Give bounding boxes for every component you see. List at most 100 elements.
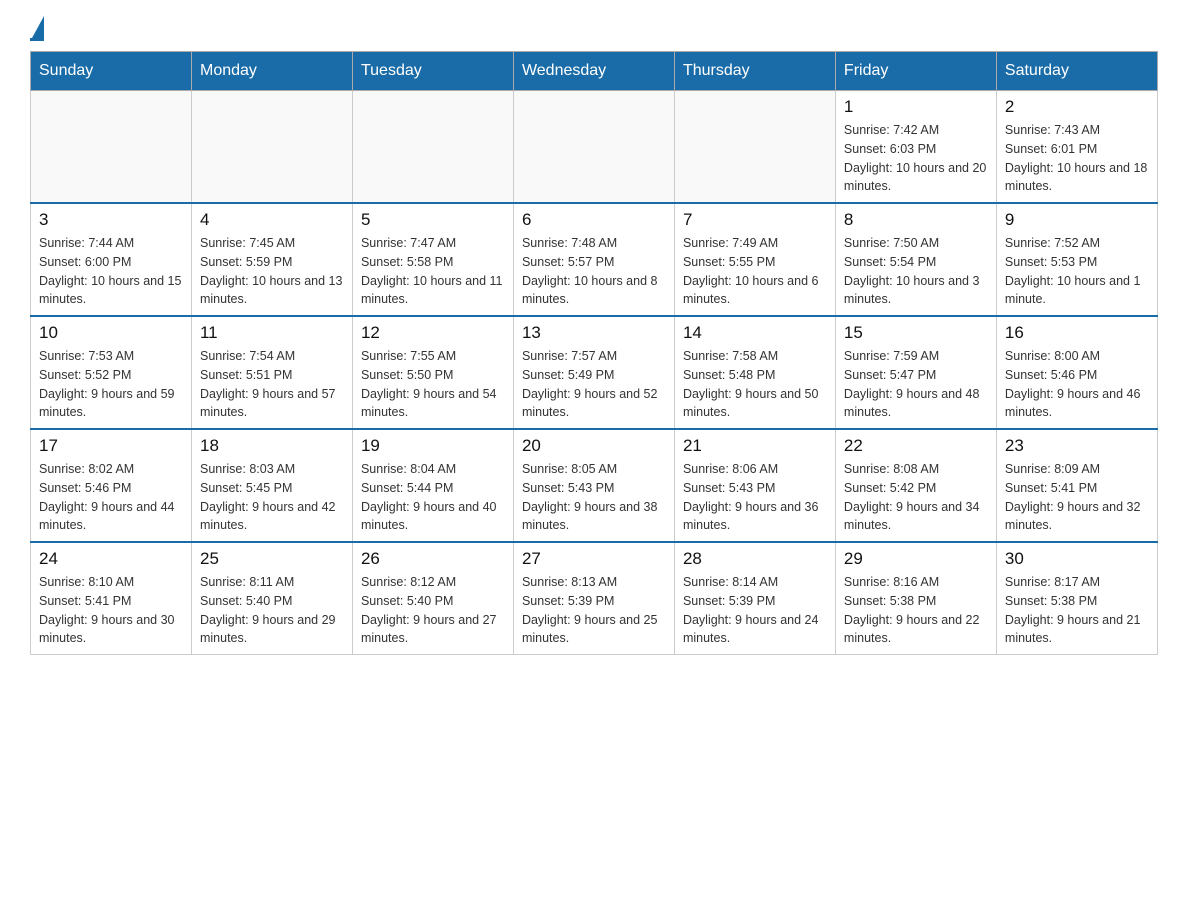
day-number: 29 (844, 549, 988, 569)
day-info: Sunrise: 7:58 AMSunset: 5:48 PMDaylight:… (683, 347, 827, 422)
calendar-cell (513, 91, 674, 204)
day-info: Sunrise: 7:52 AMSunset: 5:53 PMDaylight:… (1005, 234, 1149, 309)
page-header (30, 20, 1158, 41)
calendar-header-sunday: Sunday (31, 52, 192, 91)
calendar-table: SundayMondayTuesdayWednesdayThursdayFrid… (30, 51, 1158, 655)
calendar-cell: 22 Sunrise: 8:08 AMSunset: 5:42 PMDayligh… (835, 429, 996, 542)
day-number: 23 (1005, 436, 1149, 456)
day-number: 24 (39, 549, 183, 569)
day-number: 16 (1005, 323, 1149, 343)
day-info: Sunrise: 8:09 AMSunset: 5:41 PMDaylight:… (1005, 460, 1149, 535)
calendar-cell: 19Sunrise: 8:04 AMSunset: 5:44 PMDayligh… (352, 429, 513, 542)
day-info: Sunrise: 8:13 AMSunset: 5:39 PMDaylight:… (522, 573, 666, 648)
calendar-cell: 9 Sunrise: 7:52 AMSunset: 5:53 PMDaylight… (996, 203, 1157, 316)
calendar-cell: 24 Sunrise: 8:10 AMSunset: 5:41 PMDayligh… (31, 542, 192, 655)
calendar-cell: 7 Sunrise: 7:49 AMSunset: 5:55 PMDaylight… (674, 203, 835, 316)
calendar-cell: 20Sunrise: 8:05 AMSunset: 5:43 PMDayligh… (513, 429, 674, 542)
day-number: 11 (200, 323, 344, 343)
day-info: Sunrise: 8:10 AMSunset: 5:41 PMDaylight:… (39, 573, 183, 648)
calendar-cell: 18 Sunrise: 8:03 AMSunset: 5:45 PMDayligh… (191, 429, 352, 542)
day-info: Sunrise: 8:00 AMSunset: 5:46 PMDaylight:… (1005, 347, 1149, 422)
calendar-cell: 25Sunrise: 8:11 AMSunset: 5:40 PMDayligh… (191, 542, 352, 655)
day-info: Sunrise: 7:59 AMSunset: 5:47 PMDaylight:… (844, 347, 988, 422)
day-info: Sunrise: 7:45 AMSunset: 5:59 PMDaylight:… (200, 234, 344, 309)
day-number: 3 (39, 210, 183, 230)
day-number: 18 (200, 436, 344, 456)
day-info: Sunrise: 8:16 AMSunset: 5:38 PMDaylight:… (844, 573, 988, 648)
day-number: 10 (39, 323, 183, 343)
logo (30, 20, 44, 41)
day-number: 1 (844, 97, 988, 117)
calendar-cell: 6 Sunrise: 7:48 AMSunset: 5:57 PMDaylight… (513, 203, 674, 316)
day-info: Sunrise: 8:02 AMSunset: 5:46 PMDaylight:… (39, 460, 183, 535)
day-info: Sunrise: 8:04 AMSunset: 5:44 PMDaylight:… (361, 460, 505, 535)
calendar-cell: 21 Sunrise: 8:06 AMSunset: 5:43 PMDayligh… (674, 429, 835, 542)
calendar-week-row: 3 Sunrise: 7:44 AMSunset: 6:00 PMDaylight… (31, 203, 1158, 316)
calendar-cell: 30 Sunrise: 8:17 AMSunset: 5:38 PMDayligh… (996, 542, 1157, 655)
day-info: Sunrise: 8:11 AMSunset: 5:40 PMDaylight:… (200, 573, 344, 648)
day-number: 15 (844, 323, 988, 343)
day-number: 28 (683, 549, 827, 569)
day-info: Sunrise: 7:42 AMSunset: 6:03 PMDaylight:… (844, 121, 988, 196)
day-info: Sunrise: 8:14 AMSunset: 5:39 PMDaylight:… (683, 573, 827, 648)
calendar-cell (191, 91, 352, 204)
calendar-header-monday: Monday (191, 52, 352, 91)
day-info: Sunrise: 7:48 AMSunset: 5:57 PMDaylight:… (522, 234, 666, 309)
calendar-week-row: 10Sunrise: 7:53 AMSunset: 5:52 PMDayligh… (31, 316, 1158, 429)
day-number: 4 (200, 210, 344, 230)
day-info: Sunrise: 8:03 AMSunset: 5:45 PMDaylight:… (200, 460, 344, 535)
calendar-cell (674, 91, 835, 204)
day-number: 7 (683, 210, 827, 230)
day-number: 26 (361, 549, 505, 569)
calendar-cell (31, 91, 192, 204)
day-info: Sunrise: 7:54 AMSunset: 5:51 PMDaylight:… (200, 347, 344, 422)
day-number: 30 (1005, 549, 1149, 569)
day-number: 21 (683, 436, 827, 456)
calendar-cell: 5Sunrise: 7:47 AMSunset: 5:58 PMDaylight… (352, 203, 513, 316)
calendar-cell: 17Sunrise: 8:02 AMSunset: 5:46 PMDayligh… (31, 429, 192, 542)
calendar-week-row: 1 Sunrise: 7:42 AMSunset: 6:03 PMDaylight… (31, 91, 1158, 204)
calendar-header-thursday: Thursday (674, 52, 835, 91)
day-info: Sunrise: 8:08 AMSunset: 5:42 PMDaylight:… (844, 460, 988, 535)
calendar-cell: 26 Sunrise: 8:12 AMSunset: 5:40 PMDayligh… (352, 542, 513, 655)
day-info: Sunrise: 7:44 AMSunset: 6:00 PMDaylight:… (39, 234, 183, 309)
day-info: Sunrise: 7:57 AMSunset: 5:49 PMDaylight:… (522, 347, 666, 422)
calendar-cell: 10Sunrise: 7:53 AMSunset: 5:52 PMDayligh… (31, 316, 192, 429)
calendar-cell: 11 Sunrise: 7:54 AMSunset: 5:51 PMDayligh… (191, 316, 352, 429)
calendar-cell: 13Sunrise: 7:57 AMSunset: 5:49 PMDayligh… (513, 316, 674, 429)
day-number: 9 (1005, 210, 1149, 230)
calendar-cell: 4 Sunrise: 7:45 AMSunset: 5:59 PMDaylight… (191, 203, 352, 316)
logo-underline (30, 38, 44, 41)
calendar-cell: 29 Sunrise: 8:16 AMSunset: 5:38 PMDayligh… (835, 542, 996, 655)
day-number: 20 (522, 436, 666, 456)
day-info: Sunrise: 8:06 AMSunset: 5:43 PMDaylight:… (683, 460, 827, 535)
day-info: Sunrise: 7:43 AMSunset: 6:01 PMDaylight:… (1005, 121, 1149, 196)
day-number: 27 (522, 549, 666, 569)
day-info: Sunrise: 7:47 AMSunset: 5:58 PMDaylight:… (361, 234, 505, 309)
day-number: 22 (844, 436, 988, 456)
calendar-header-tuesday: Tuesday (352, 52, 513, 91)
logo-triangle-icon (32, 16, 44, 38)
day-info: Sunrise: 8:17 AMSunset: 5:38 PMDaylight:… (1005, 573, 1149, 648)
day-info: Sunrise: 7:55 AMSunset: 5:50 PMDaylight:… (361, 347, 505, 422)
day-number: 14 (683, 323, 827, 343)
day-number: 12 (361, 323, 505, 343)
day-info: Sunrise: 8:12 AMSunset: 5:40 PMDaylight:… (361, 573, 505, 648)
calendar-cell: 1 Sunrise: 7:42 AMSunset: 6:03 PMDaylight… (835, 91, 996, 204)
calendar-cell: 8 Sunrise: 7:50 AMSunset: 5:54 PMDaylight… (835, 203, 996, 316)
calendar-header-friday: Friday (835, 52, 996, 91)
day-number: 2 (1005, 97, 1149, 117)
day-number: 6 (522, 210, 666, 230)
calendar-header-wednesday: Wednesday (513, 52, 674, 91)
calendar-cell: 27 Sunrise: 8:13 AMSunset: 5:39 PMDayligh… (513, 542, 674, 655)
calendar-cell: 28 Sunrise: 8:14 AMSunset: 5:39 PMDayligh… (674, 542, 835, 655)
calendar-cell: 3 Sunrise: 7:44 AMSunset: 6:00 PMDaylight… (31, 203, 192, 316)
calendar-header-row: SundayMondayTuesdayWednesdayThursdayFrid… (31, 52, 1158, 91)
calendar-cell: 12 Sunrise: 7:55 AMSunset: 5:50 PMDayligh… (352, 316, 513, 429)
day-info: Sunrise: 7:50 AMSunset: 5:54 PMDaylight:… (844, 234, 988, 309)
calendar-cell: 23 Sunrise: 8:09 AMSunset: 5:41 PMDayligh… (996, 429, 1157, 542)
calendar-cell (352, 91, 513, 204)
day-info: Sunrise: 7:49 AMSunset: 5:55 PMDaylight:… (683, 234, 827, 309)
day-number: 8 (844, 210, 988, 230)
calendar-cell: 14 Sunrise: 7:58 AMSunset: 5:48 PMDayligh… (674, 316, 835, 429)
